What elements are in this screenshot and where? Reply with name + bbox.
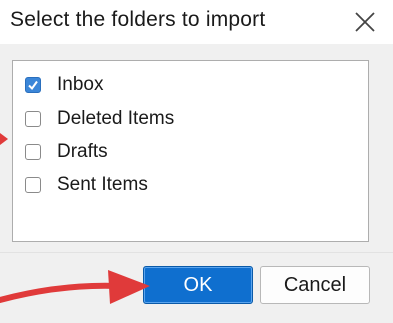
deleted-items-checkbox[interactable] bbox=[25, 111, 41, 127]
folder-item-drafts[interactable]: Drafts bbox=[25, 139, 108, 165]
folder-label: Inbox bbox=[57, 74, 104, 95]
annotation-arrow-icon bbox=[0, 270, 150, 304]
close-icon bbox=[355, 12, 375, 32]
inbox-checkbox[interactable] bbox=[25, 77, 41, 93]
cancel-button[interactable]: Cancel bbox=[260, 266, 370, 304]
folder-item-inbox[interactable]: Inbox bbox=[25, 72, 103, 98]
footer-separator bbox=[0, 252, 393, 253]
dialog-titlebar: Select the folders to import bbox=[0, 0, 393, 44]
folder-item-sent-items[interactable]: Sent Items bbox=[25, 172, 148, 198]
checkmark-icon bbox=[28, 80, 38, 91]
drafts-checkbox[interactable] bbox=[25, 144, 41, 160]
folder-list: Inbox Deleted Items Drafts Sent Items bbox=[12, 60, 369, 242]
folder-label: Sent Items bbox=[57, 174, 148, 195]
folder-label: Drafts bbox=[57, 141, 108, 162]
folder-label: Deleted Items bbox=[57, 108, 175, 129]
close-button[interactable] bbox=[351, 8, 379, 36]
folder-item-deleted-items[interactable]: Deleted Items bbox=[25, 106, 174, 132]
sent-items-checkbox[interactable] bbox=[25, 177, 41, 193]
dialog-title: Select the folders to import bbox=[10, 8, 266, 31]
annotation-arrow-icon bbox=[0, 133, 8, 145]
import-folders-dialog: Select the folders to import Inbox Delet… bbox=[0, 0, 393, 323]
